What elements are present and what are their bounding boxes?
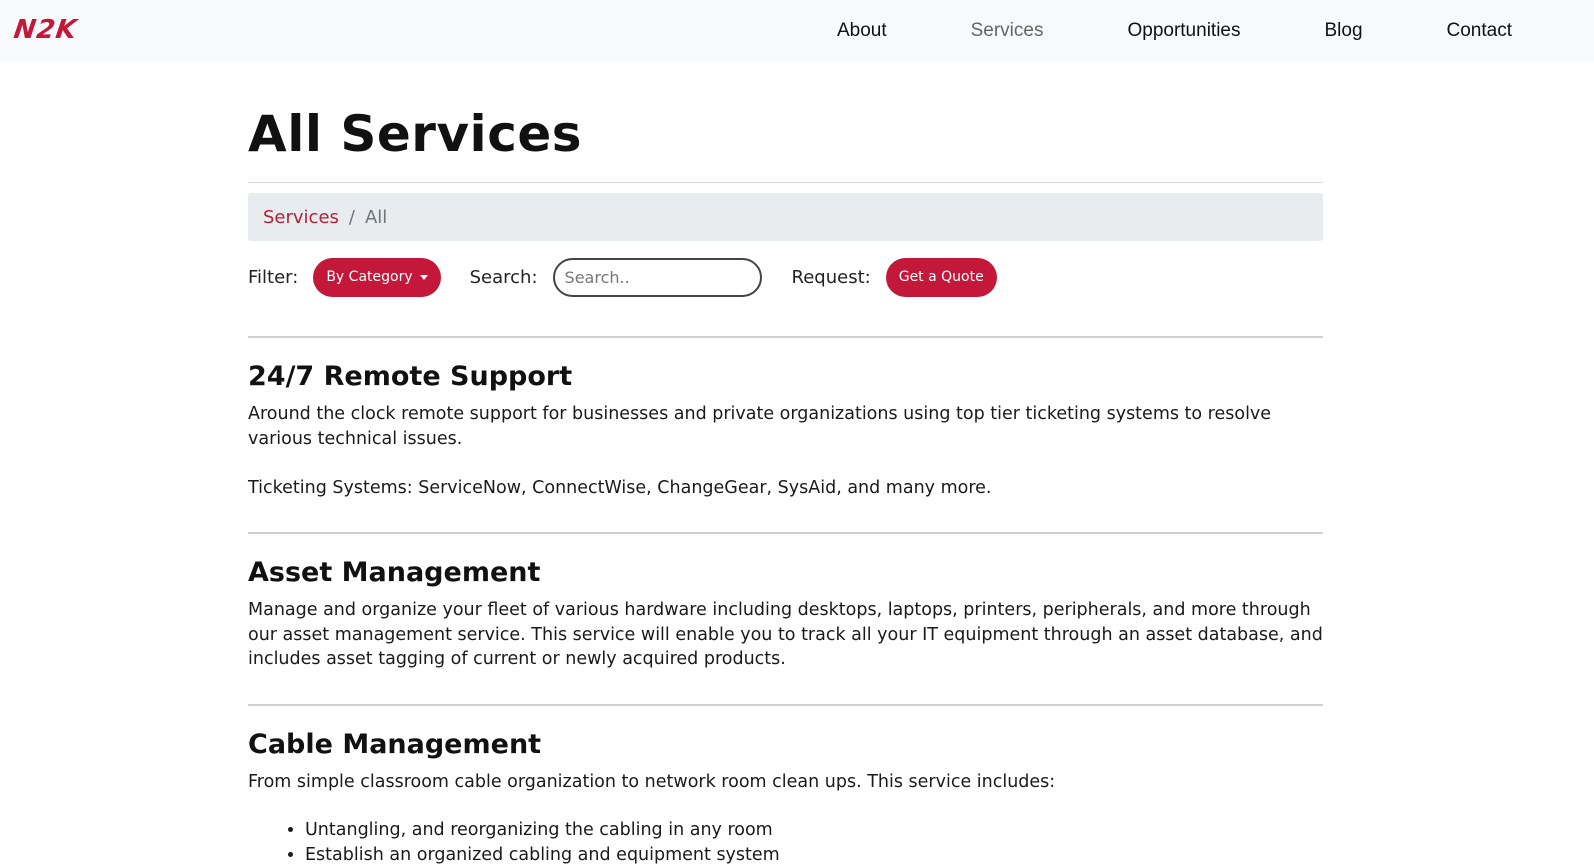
breadcrumb-services-link[interactable]: Services <box>263 207 339 228</box>
breadcrumb: Services / All <box>248 193 1323 241</box>
breadcrumb-separator: / <box>339 207 365 228</box>
service-description: From simple classroom cable organization… <box>248 770 1323 795</box>
service-title: 24/7 Remote Support <box>248 360 1323 394</box>
caret-down-icon <box>420 275 428 280</box>
nav-opportunities[interactable]: Opportunities <box>1085 20 1282 42</box>
service-cable-management: Cable Management From simple classroom c… <box>248 706 1323 867</box>
page-title: All Services <box>248 104 1323 170</box>
service-bullet-list: Untangling, and reorganizing the cabling… <box>248 818 1323 867</box>
service-detail: Ticketing Systems: ServiceNow, ConnectWi… <box>248 476 1323 501</box>
nav-about[interactable]: About <box>795 20 929 42</box>
n2k-logo[interactable]: N2K <box>14 14 108 46</box>
service-remote-support: 24/7 Remote Support Around the clock rem… <box>248 338 1323 500</box>
search-input[interactable] <box>553 258 762 297</box>
search-label: Search: <box>470 267 538 288</box>
service-title: Asset Management <box>248 556 1323 590</box>
filter-by-category-button[interactable]: By Category <box>313 258 440 297</box>
nav-contact[interactable]: Contact <box>1405 20 1594 42</box>
request-label: Request: <box>792 267 871 288</box>
list-item: Establish an organized cabling and equip… <box>305 843 1323 867</box>
breadcrumb-current: All <box>365 207 387 228</box>
top-navbar: N2K About Services Opportunities Blog Co… <box>0 0 1594 62</box>
service-asset-management: Asset Management Manage and organize you… <box>248 534 1323 672</box>
title-divider <box>248 182 1323 183</box>
nav-services[interactable]: Services <box>929 20 1086 42</box>
service-title: Cable Management <box>248 728 1323 762</box>
list-item: Untangling, and reorganizing the cabling… <box>305 818 1323 843</box>
service-description: Manage and organize your fleet of variou… <box>248 598 1323 672</box>
logo-text: N2K <box>12 15 79 45</box>
toolbar: Filter: By Category Search: Request: Get… <box>248 257 1323 297</box>
nav-links: About Services Opportunities Blog Contac… <box>795 0 1594 62</box>
main-content: All Services Services / All Filter: By C… <box>248 62 1323 867</box>
filter-label: Filter: <box>248 267 298 288</box>
get-a-quote-button[interactable]: Get a Quote <box>886 258 997 297</box>
filter-button-label: By Category <box>326 269 412 285</box>
service-description: Around the clock remote support for busi… <box>248 402 1323 451</box>
nav-blog[interactable]: Blog <box>1282 20 1404 42</box>
